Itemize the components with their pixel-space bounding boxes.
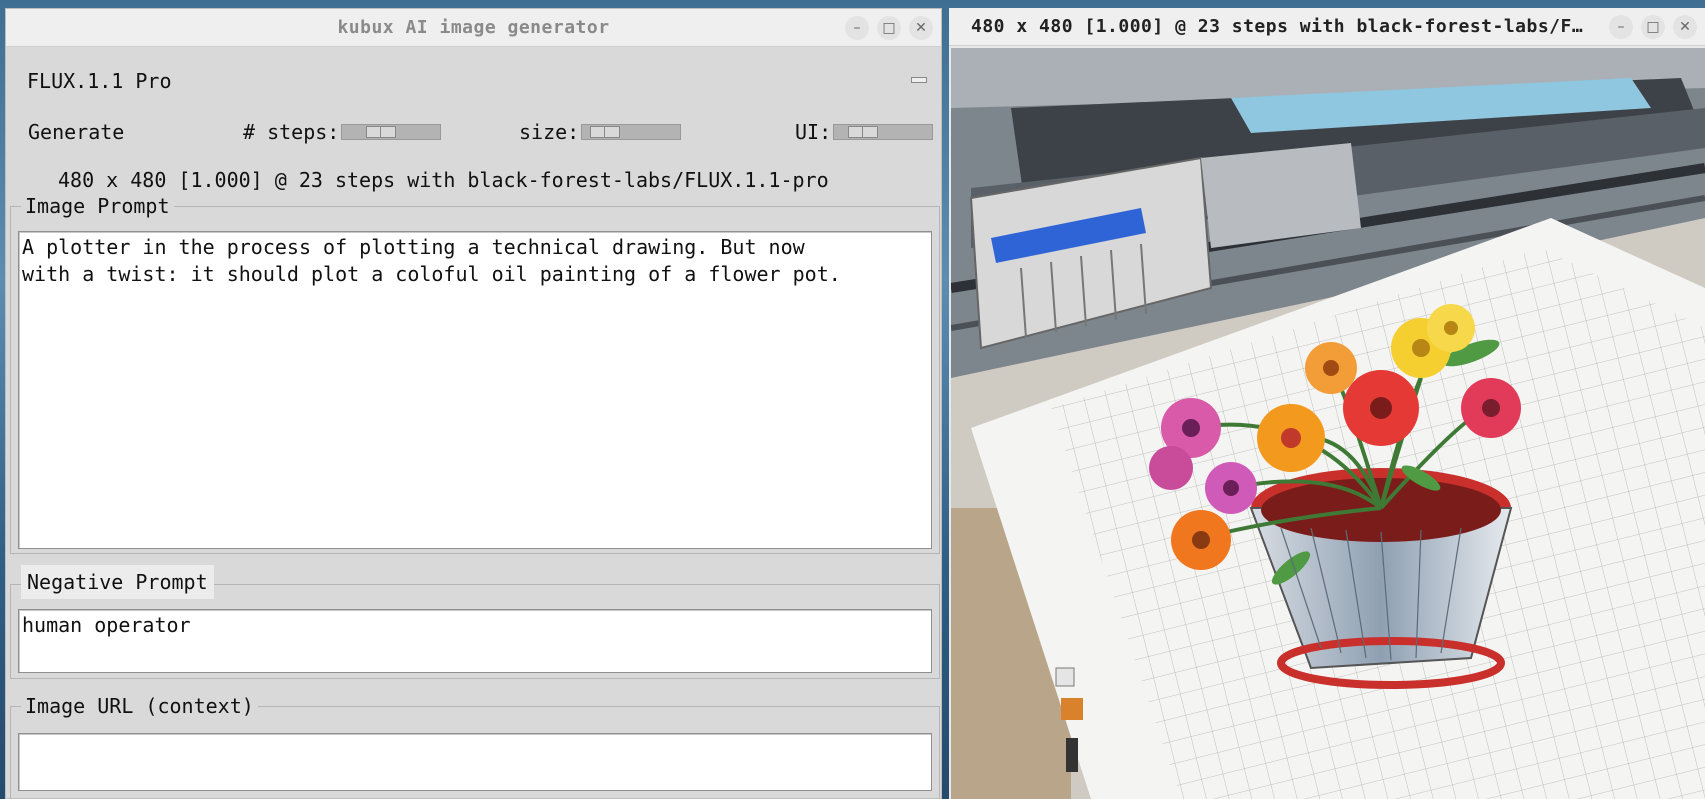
image-url-legend: Image URL (context) xyxy=(21,693,258,719)
size-label: size: xyxy=(519,120,580,144)
minimize-icon[interactable]: – xyxy=(845,16,869,40)
ui-label: UI: xyxy=(795,120,832,144)
collapse-button[interactable] xyxy=(911,77,927,83)
image-prompt-legend: Image Prompt xyxy=(21,193,174,219)
image-viewer-titlebar[interactable]: 480 x 480 [1.000] @ 23 steps with black-… xyxy=(949,8,1705,46)
steps-label: # steps: xyxy=(243,120,340,144)
image-prompt-textarea[interactable]: A plotter in the process of plotting a t… xyxy=(18,231,932,549)
generator-titlebar[interactable]: kubux AI image generator – □ ✕ xyxy=(6,9,941,47)
ui-scale-slider[interactable] xyxy=(833,124,934,140)
controls-row: Generate # steps: size: UI: xyxy=(28,120,941,150)
maximize-icon[interactable]: □ xyxy=(1641,15,1665,39)
size-slider[interactable] xyxy=(581,124,682,140)
steps-slider[interactable] xyxy=(341,124,442,140)
model-selector[interactable]: FLUX.1.1 Pro xyxy=(27,69,172,93)
maximize-icon[interactable]: □ xyxy=(877,16,901,40)
close-icon[interactable]: ✕ xyxy=(1673,15,1697,39)
generator-window-title: kubux AI image generator xyxy=(337,17,610,38)
image-prompt-group: Image Prompt A plotter in the process of… xyxy=(10,193,940,554)
close-icon[interactable]: ✕ xyxy=(909,16,933,40)
negative-prompt-textarea[interactable]: human operator xyxy=(18,609,932,673)
generator-window: kubux AI image generator – □ ✕ FLUX.1.1 … xyxy=(5,8,942,799)
generate-button[interactable]: Generate xyxy=(28,120,124,144)
plotter-flower-image xyxy=(951,48,1705,799)
minimize-icon[interactable]: – xyxy=(1609,15,1633,39)
negative-prompt-group: Negative Prompt human operator xyxy=(10,565,940,679)
image-url-group: Image URL (context) xyxy=(10,693,940,798)
image-url-input[interactable] xyxy=(18,733,932,791)
image-viewer-title: 480 x 480 [1.000] @ 23 steps with black-… xyxy=(971,16,1584,37)
generation-status: 480 x 480 [1.000] @ 23 steps with black-… xyxy=(58,168,829,192)
generated-image[interactable] xyxy=(951,48,1705,799)
image-viewer-window: 480 x 480 [1.000] @ 23 steps with black-… xyxy=(949,8,1705,799)
negative-prompt-legend: Negative Prompt xyxy=(21,565,214,599)
